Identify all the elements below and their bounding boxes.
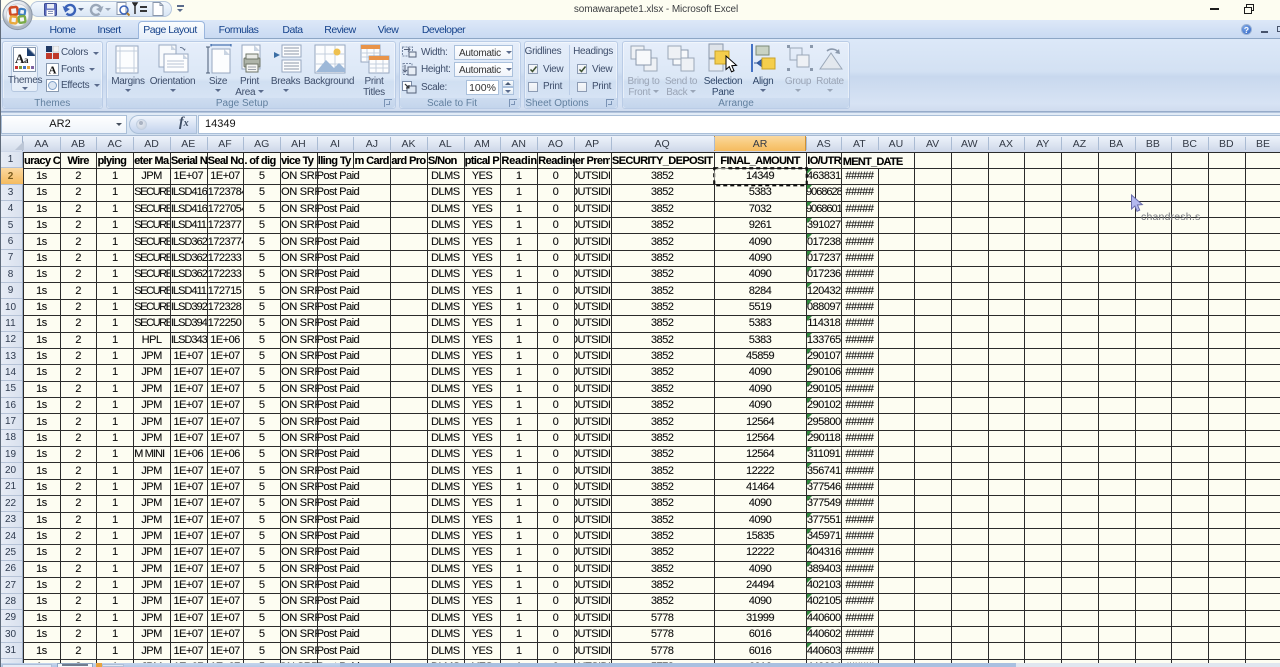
svg-text:A: A [48, 64, 56, 76]
svg-text:a: a [24, 55, 29, 65]
